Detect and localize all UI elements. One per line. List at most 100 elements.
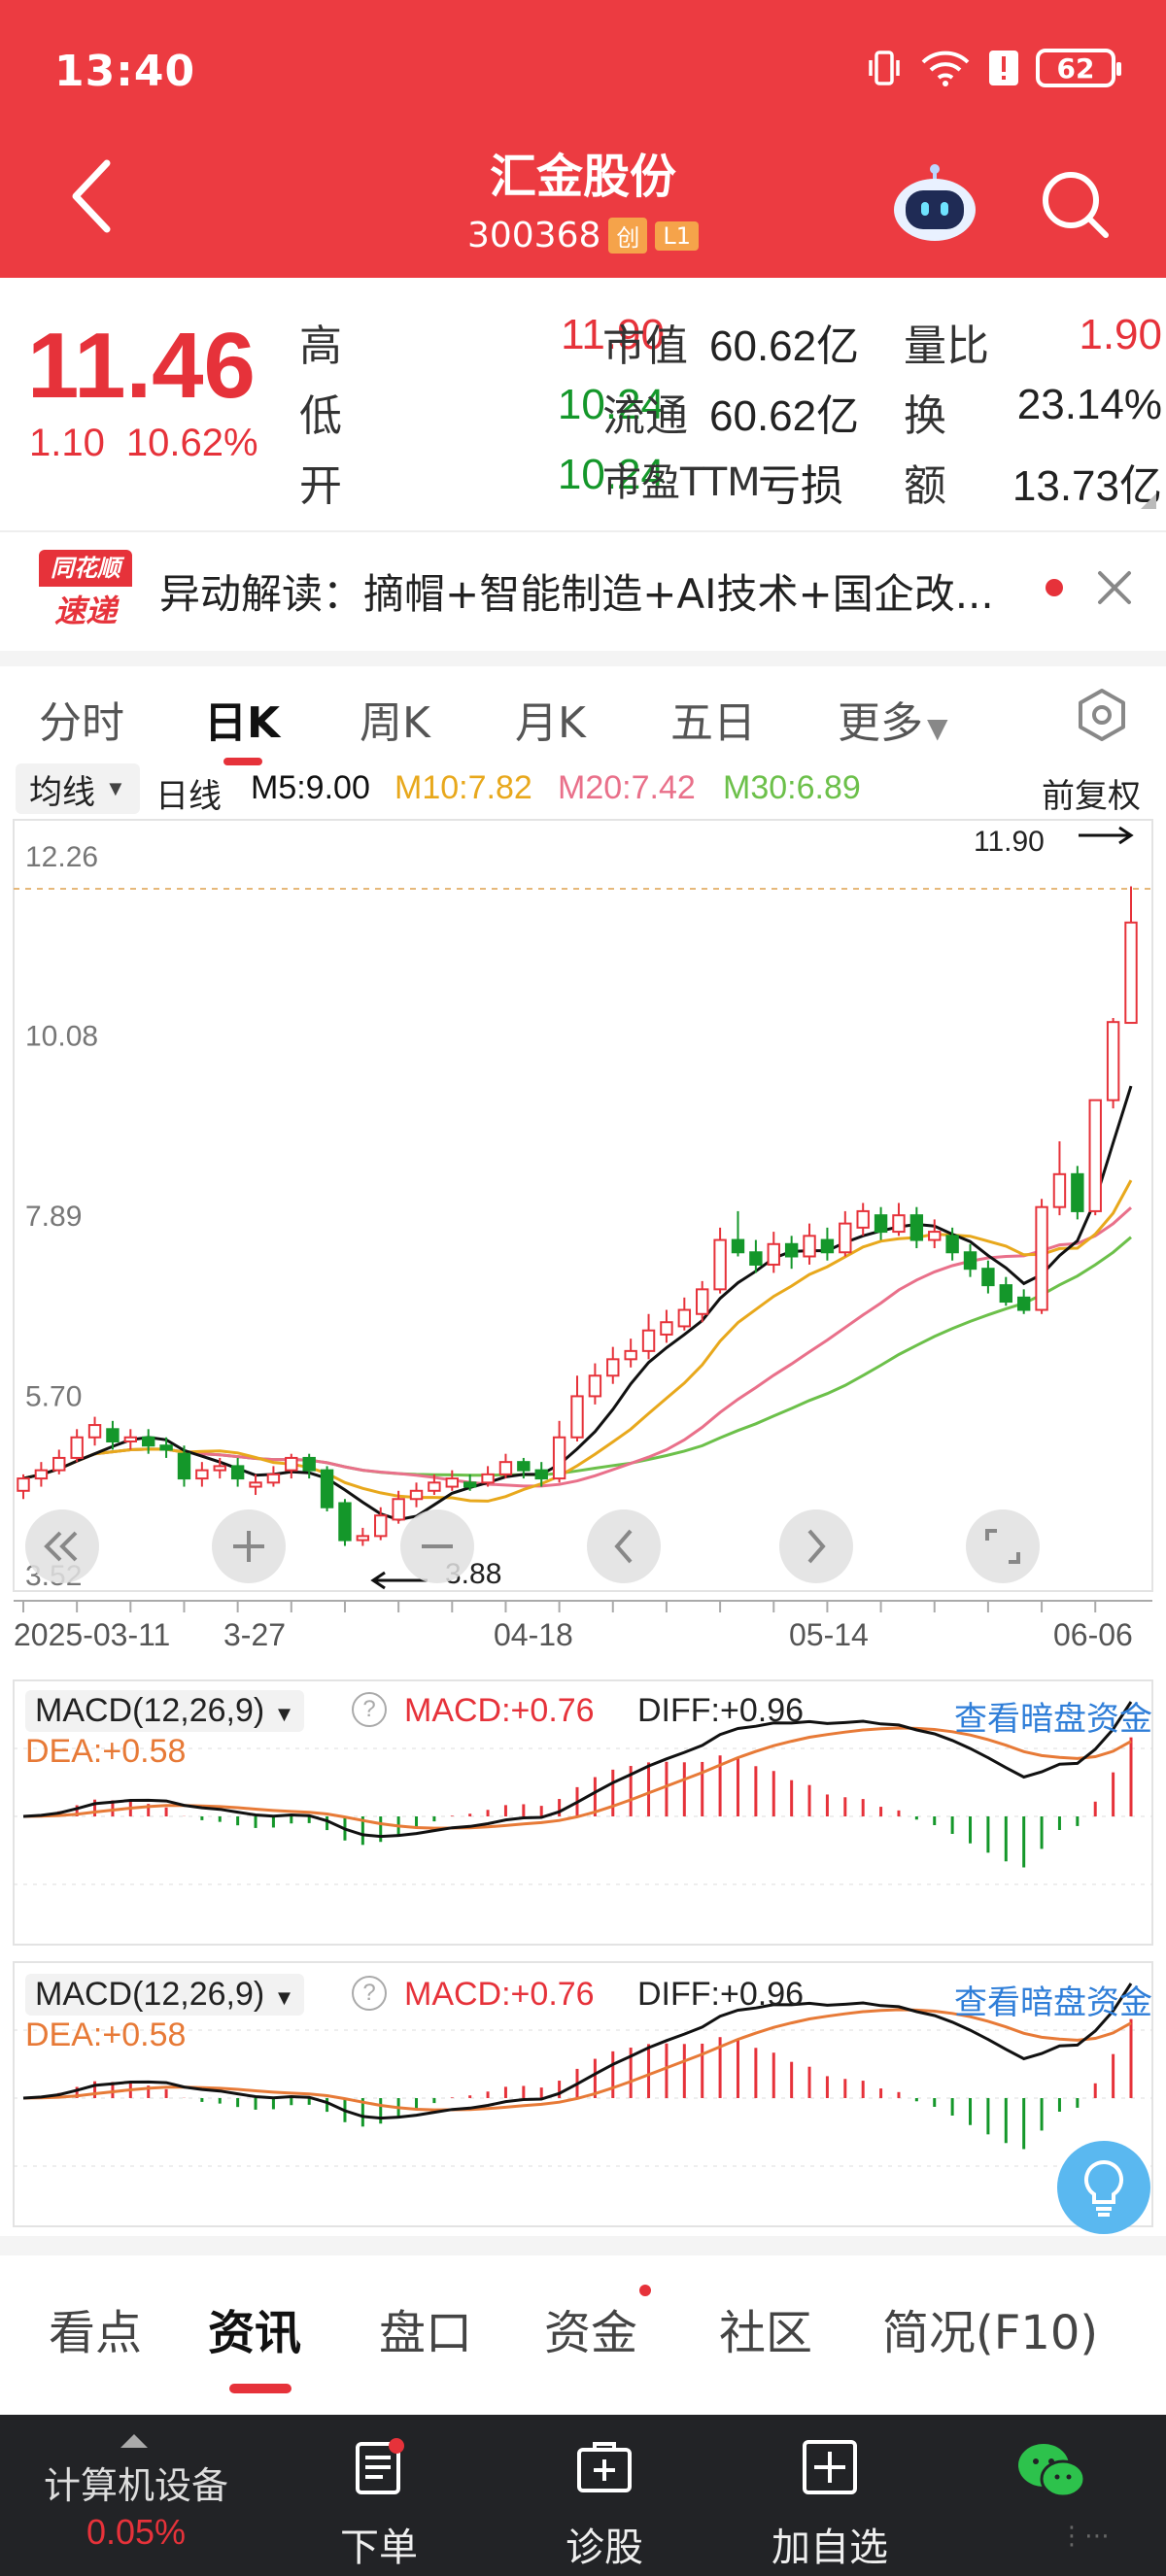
order-button[interactable]: 下单 [282, 2415, 476, 2576]
news-text[interactable]: 异动解读：摘帽+智能制造+AI技术+国企改... [159, 561, 1014, 621]
macd-param-select[interactable]: MACD(12,26,9) ▼ [25, 1974, 305, 2016]
news-logo-top: 同花顺 [39, 550, 132, 587]
candle-up [552, 1436, 566, 1480]
candle-down [159, 1444, 173, 1451]
tab-weekly-k[interactable]: 周K [360, 688, 430, 750]
candle-down [320, 1469, 334, 1508]
add-watchlist-button[interactable]: 加自选 [733, 2415, 927, 2576]
value-volume-ratio: 1.90 [1079, 311, 1162, 358]
candle-up [570, 1395, 584, 1439]
wifi-icon [921, 51, 970, 86]
candle-down [177, 1452, 191, 1480]
tab-five-day[interactable]: 五日 [670, 688, 756, 750]
value-float-cap: 60.62亿 [709, 392, 860, 440]
stock-code: 300368 [466, 216, 601, 255]
fullscreen-icon [985, 1529, 1020, 1564]
current-price: 11.46 [27, 314, 256, 418]
order-icon [356, 2438, 404, 2494]
tab-more-label: 更多 [838, 698, 923, 748]
chevron-down-icon: ▼ [105, 776, 126, 800]
wechat-share-icon[interactable] [1016, 2440, 1086, 2502]
label-pe-ttm: 市盈TTM [602, 460, 761, 505]
candle-down [106, 1428, 120, 1442]
dark-pool-link[interactable]: 查看暗盘资金 [954, 1692, 1152, 1740]
diff-value: DIFF:+0.96 [637, 1692, 805, 1729]
ma-select[interactable]: 均线 ▼ [16, 763, 140, 814]
chevron-down-icon: ▼ [273, 1985, 295, 2010]
help-icon[interactable]: ? [352, 1692, 387, 1727]
candle-up [195, 1469, 209, 1480]
tab-highlights[interactable]: 看点 [49, 2294, 142, 2362]
y-tick-label: 10.08 [25, 1021, 98, 1053]
tab-daily-k[interactable]: 日K [204, 688, 280, 750]
label-open: 开 [299, 461, 342, 511]
macd-title: MACD(12,26,9) [35, 1976, 265, 2013]
rewind-button[interactable] [25, 1509, 99, 1583]
candle-up [87, 1424, 102, 1439]
tab-f10-profile[interactable]: 简况(F10) [882, 2294, 1098, 2362]
candle-down [981, 1268, 995, 1287]
dark-pool-link[interactable]: 查看暗盘资金 [954, 1976, 1152, 2023]
dea-value: DEA:+0.58 [25, 2017, 187, 2053]
tab-more[interactable]: 更多 ▼ [838, 688, 948, 750]
x-tick-label: 2025-03-11 [14, 1617, 170, 1652]
candle-up [481, 1473, 495, 1484]
value-amount: 13.73亿 [1012, 462, 1162, 510]
news-bar[interactable]: 同花顺 速递 异动解读：摘帽+智能制造+AI技术+国企改... [0, 530, 1166, 641]
zoom-in-button[interactable] [212, 1509, 286, 1583]
candle-up [1035, 1205, 1048, 1311]
candle-up [588, 1374, 602, 1398]
robot-assistant-button[interactable] [890, 161, 979, 243]
adjust-mode[interactable]: 前复权 [1042, 769, 1141, 817]
scroll-left-button[interactable] [587, 1509, 661, 1583]
stock-code-line: 300368 创 L1 [0, 216, 1166, 255]
sector-name: 计算机设备 [43, 2464, 228, 2507]
gear-icon[interactable] [1075, 688, 1129, 742]
ma10-value: M10:7.82 [394, 769, 532, 806]
active-tab-underline [229, 2384, 292, 2393]
lightbulb-button[interactable] [1057, 2141, 1150, 2234]
zoom-out-button[interactable] [400, 1509, 474, 1583]
scroll-right-button[interactable] [779, 1509, 853, 1583]
ma30-value: M30:6.89 [723, 769, 861, 806]
diagnose-button[interactable]: 诊股 [507, 2415, 702, 2576]
tab-news[interactable]: 资讯 [208, 2294, 301, 2362]
macd-header-2: MACD(12,26,9) ▼ ? MACD:+0.76 DIFF:+0.96 … [25, 1974, 1152, 2061]
app-header: 13:40 62 汇金股份 300368 创 L1 [0, 0, 1166, 278]
search-button[interactable] [1038, 167, 1112, 241]
candle-up [696, 1288, 709, 1315]
label-float-cap: 流通 [602, 391, 688, 441]
candle-down [534, 1469, 548, 1480]
news-logo: 同花顺 速递 [39, 550, 132, 629]
candle-up [767, 1242, 780, 1266]
tab-monthly-k[interactable]: 月K [515, 688, 586, 750]
fullscreen-button[interactable] [966, 1509, 1040, 1583]
candle-up [839, 1222, 852, 1254]
quote-panel[interactable]: 11.46 1.10 10.62% 高 11.90 市值 60.62亿 量比 1.… [0, 278, 1166, 515]
macd-param-select[interactable]: MACD(12,26,9) ▼ [25, 1690, 305, 1732]
close-icon[interactable] [1092, 558, 1137, 616]
tab-community[interactable]: 社区 [719, 2294, 812, 2362]
candle-up [445, 1477, 459, 1488]
change-percent: 10.62% [125, 422, 258, 464]
tab-intraday[interactable]: 分时 [39, 688, 124, 750]
tab-fund-flow[interactable]: 资金 [544, 2294, 637, 2362]
candle-down [517, 1461, 531, 1472]
expand-corner-icon[interactable] [1141, 493, 1156, 509]
candle-up [624, 1349, 637, 1361]
candle-down [999, 1284, 1012, 1304]
stock-name: 汇金股份 [489, 150, 676, 204]
candle-down [820, 1238, 835, 1254]
sector-button[interactable]: 计算机设备 0.05% [0, 2415, 272, 2576]
sector-change: 0.05% [86, 2512, 187, 2552]
label-low: 低 [299, 391, 342, 441]
candle-up [123, 1436, 138, 1442]
help-icon[interactable]: ? [352, 1976, 387, 2011]
tab-order-book[interactable]: 盘口 [379, 2294, 472, 2362]
y-tick-label: 7.89 [25, 1201, 82, 1233]
status-icons: 62 [865, 49, 1121, 87]
minus-icon [422, 1544, 453, 1548]
candle-up [1052, 1172, 1067, 1208]
quote-row-open: 开 10.24 市盈TTM 亏损 额 13.73亿 [299, 445, 1166, 515]
label-high: 高 [299, 322, 342, 371]
